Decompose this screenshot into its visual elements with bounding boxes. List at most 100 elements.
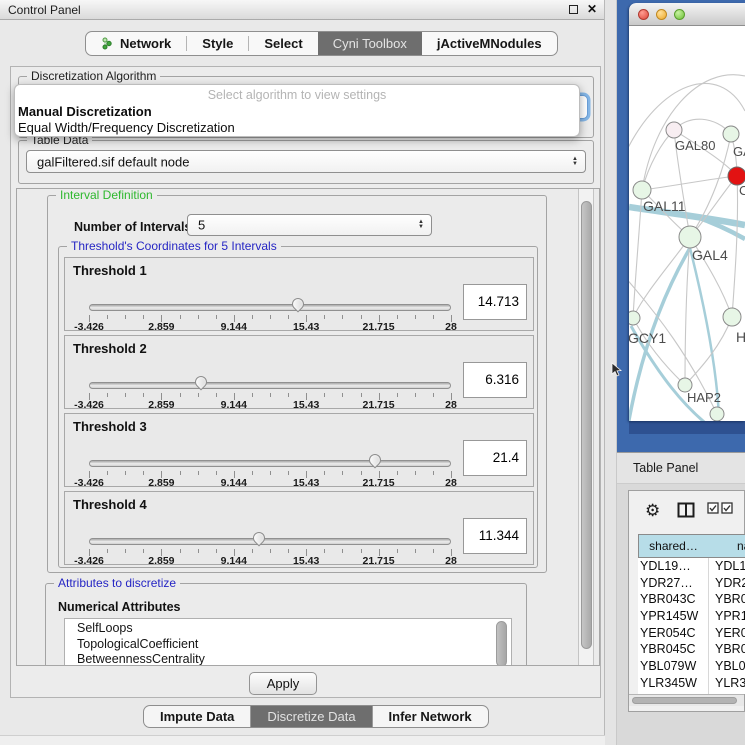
slider-tick: [107, 549, 108, 553]
table-row[interactable]: YBR045CYBR0: [638, 641, 745, 658]
group-title: Interval Definition: [56, 188, 157, 202]
combo-stepper-icon: ▲▼: [418, 220, 424, 230]
table-data-combobox[interactable]: galFiltered.sif default node ▲▼: [26, 150, 586, 173]
attributes-scrollbar[interactable]: [495, 619, 510, 666]
slider-track[interactable]: [89, 538, 451, 545]
tab-discretize-data[interactable]: Discretize Data: [251, 706, 371, 727]
slider-tick: [125, 471, 126, 475]
threshold-value-input[interactable]: 14.713: [463, 284, 527, 320]
slider-tick: [342, 549, 343, 553]
slider-tick-label: 2.859: [148, 321, 174, 333]
threshold-value-input[interactable]: 6.316: [463, 362, 527, 398]
tab-infer-network[interactable]: Infer Network: [373, 706, 488, 727]
slider-track[interactable]: [89, 460, 451, 467]
slider-tick-label: 9.144: [221, 477, 247, 489]
column-header-shared-name[interactable]: shared…: [638, 534, 709, 558]
slider-tick: [342, 393, 343, 397]
tab-select[interactable]: Select: [249, 32, 317, 55]
slider-tick: [324, 393, 325, 397]
node-label-gal4: GAL4: [692, 247, 728, 263]
settings-scrollpane: Interval Definition Number of Intervals …: [16, 188, 600, 666]
table-row[interactable]: YPR145WYPR1: [638, 608, 745, 625]
attribute-list-item[interactable]: TopologicalCoefficient: [65, 637, 511, 653]
slider-tick: [288, 471, 289, 475]
tab-impute-data[interactable]: Impute Data: [144, 706, 250, 727]
float-window-icon[interactable]: [569, 5, 578, 14]
settings-vertical-scrollbar[interactable]: [578, 189, 594, 665]
table-row[interactable]: YDL19…YDL1: [638, 558, 745, 575]
slider-tick: [270, 471, 271, 475]
slider-tick: [270, 393, 271, 397]
tab-cyni-toolbox[interactable]: Cyni Toolbox: [318, 32, 422, 55]
node-table: ⚙ shared… na YDL19…YDL1YDR27…YDR2YBR043C…: [628, 490, 745, 712]
node-label-hap2: HAP2: [687, 390, 721, 405]
slider-tick-label: 9.144: [221, 555, 247, 567]
cell-shared-name: YDR27…: [638, 575, 708, 592]
table-row[interactable]: YER054CYER0: [638, 625, 745, 642]
slider-tick: [125, 393, 126, 397]
tab-style[interactable]: Style: [187, 32, 248, 55]
tab-jactivemnodules[interactable]: jActiveMNodules: [422, 32, 557, 55]
table-row[interactable]: YBR043CYBR0: [638, 591, 745, 608]
threshold-label: Threshold 4: [73, 497, 147, 512]
checkbox-icon[interactable]: [707, 502, 719, 514]
group-title: Discretization Algorithm: [27, 69, 160, 83]
node-gal11[interactable]: [633, 181, 651, 199]
slider-tick: [216, 315, 217, 319]
slider-track[interactable]: [89, 382, 451, 389]
node-gal4[interactable]: [679, 226, 701, 248]
node-top-right[interactable]: [723, 126, 739, 142]
slider-tick: [180, 549, 181, 553]
control-panel: Control Panel ✕ Network Style Select Cyn…: [0, 0, 605, 745]
gear-icon[interactable]: ⚙: [645, 502, 660, 520]
node-gal80[interactable]: [666, 122, 682, 138]
slider-tick: [342, 315, 343, 319]
cell-shared-name: YDL19…: [638, 558, 708, 575]
group-title: Attributes to discretize: [54, 576, 180, 590]
slider-tick-label: 2.859: [148, 555, 174, 567]
scrollbar-thumb[interactable]: [581, 201, 592, 649]
slider-tick: [433, 471, 434, 475]
scrollbar-thumb[interactable]: [496, 621, 507, 666]
slider-tick-label: 21.715: [363, 477, 395, 489]
tab-label: Infer Network: [389, 709, 472, 724]
scrollbar-thumb[interactable]: [632, 697, 737, 704]
slider-tick-label: 15.43: [293, 321, 319, 333]
threshold-label: Threshold 1: [73, 263, 147, 278]
threshold-label: Threshold 3: [73, 419, 147, 434]
table-horizontal-scrollbar[interactable]: [629, 694, 744, 706]
slider-tick-label: -3.426: [74, 477, 104, 489]
attribute-list-item[interactable]: SelfLoops: [65, 621, 511, 637]
node-gcy1[interactable]: [629, 311, 640, 325]
cell-shared-name: YBR043C: [638, 591, 708, 608]
close-traffic-light-icon[interactable]: [638, 9, 649, 20]
split-columns-icon[interactable]: [677, 502, 695, 518]
slider-tick: [252, 315, 253, 319]
threshold-panel-4: Threshold 4 -3.4262.8599.14415.4321.7152…: [64, 491, 534, 565]
popup-item-manual-discretization[interactable]: Manual Discretization: [18, 104, 152, 119]
number-of-intervals-combobox[interactable]: 5 ▲▼: [187, 214, 432, 236]
apply-button[interactable]: Apply: [249, 672, 317, 695]
checkbox-icon[interactable]: [721, 502, 733, 514]
popup-item-equal-width-frequency[interactable]: Equal Width/Frequency Discretization: [18, 120, 235, 135]
slider-track[interactable]: [89, 304, 451, 311]
tab-network[interactable]: Network: [86, 32, 186, 55]
table-row[interactable]: YDR27…YDR2: [638, 575, 745, 592]
threshold-value-input[interactable]: 21.4: [463, 440, 527, 476]
table-row[interactable]: YLR345WYLR3: [638, 675, 745, 692]
node-right[interactable]: [723, 308, 741, 326]
zoom-traffic-light-icon[interactable]: [674, 9, 685, 20]
attribute-list-item[interactable]: BetweennessCentrality: [65, 652, 511, 666]
minimize-traffic-light-icon[interactable]: [656, 9, 667, 20]
cell-name: YLR3: [708, 675, 745, 692]
slider-tick-label: 28: [445, 555, 457, 567]
node-bottom[interactable]: [710, 407, 724, 421]
table-row[interactable]: YBL079WYBL0: [638, 658, 745, 675]
slider-tick-label: 28: [445, 477, 457, 489]
network-canvas[interactable]: GAL80 GA C GAL11 GAL4 GCY1 H HAP2: [629, 26, 745, 421]
slider-tick: [252, 393, 253, 397]
threshold-value-input[interactable]: 11.344: [463, 518, 527, 554]
column-header-name[interactable]: na: [708, 534, 745, 558]
slider-tick-label: 2.859: [148, 399, 174, 411]
close-icon[interactable]: ✕: [587, 2, 597, 16]
